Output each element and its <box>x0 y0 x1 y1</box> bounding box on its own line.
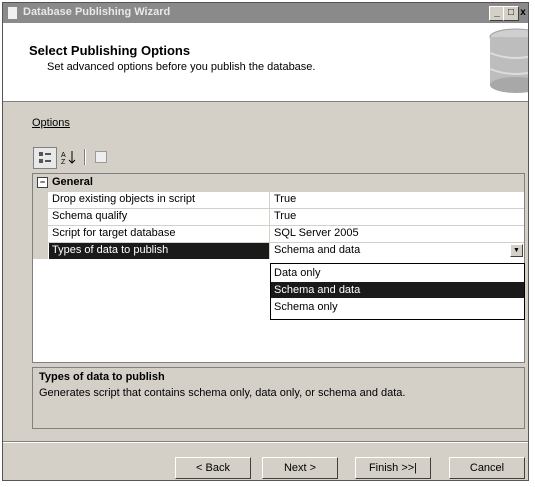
window-title: Database Publishing Wizard <box>23 6 171 18</box>
database-graphic-icon <box>470 23 528 101</box>
dropdown-option[interactable]: Schema only <box>271 299 524 315</box>
collapse-icon[interactable]: − <box>37 177 48 188</box>
property-value[interactable]: True <box>269 192 524 208</box>
property-pages-icon[interactable] <box>90 147 112 167</box>
options-label: Options <box>32 117 70 129</box>
sort-alphabetical-icon[interactable]: AZ <box>58 147 80 167</box>
dropdown-option-selected[interactable]: Schema and data <box>271 282 524 298</box>
back-button[interactable]: < Back <box>175 457 251 479</box>
property-row-selected[interactable]: Types of data to publish Schema and data… <box>33 242 524 259</box>
property-name: Schema qualify <box>52 210 128 222</box>
description-title: Types of data to publish <box>39 371 165 383</box>
svg-text:Z: Z <box>61 159 66 165</box>
cancel-button[interactable]: Cancel <box>449 457 525 479</box>
property-value[interactable]: SQL Server 2005 <box>269 226 524 242</box>
property-name: Drop existing objects in script <box>52 193 196 205</box>
property-name: Script for target database <box>52 227 176 239</box>
next-button[interactable]: Next > <box>262 457 338 479</box>
page-subtitle: Set advanced options before you publish … <box>47 61 316 73</box>
description-text: Generates script that contains schema on… <box>39 387 406 399</box>
property-row[interactable]: Schema qualify True <box>33 208 524 225</box>
dropdown-arrow-icon[interactable]: ▼ <box>510 244 523 257</box>
close-button[interactable]: x <box>517 6 529 21</box>
dropdown-option[interactable]: Data only <box>271 265 524 281</box>
property-value[interactable]: True <box>269 209 524 225</box>
wizard-window: Database Publishing Wizard _ □ x Select … <box>2 2 529 481</box>
property-row[interactable]: Script for target database SQL Server 20… <box>33 225 524 242</box>
footer-divider <box>3 441 528 443</box>
property-name: Types of data to publish <box>49 243 269 259</box>
categorized-icon[interactable] <box>33 147 57 169</box>
category-general[interactable]: − General <box>33 174 524 191</box>
page-title: Select Publishing Options <box>29 43 191 58</box>
finish-button[interactable]: Finish >>| <box>355 457 431 479</box>
app-icon <box>8 7 17 19</box>
property-row[interactable]: Drop existing objects in script True <box>33 191 524 208</box>
property-value-combobox[interactable]: Schema and data <box>269 243 524 259</box>
types-dropdown-list[interactable]: Data only Schema and data Schema only <box>270 263 525 320</box>
description-panel: Types of data to publish Generates scrip… <box>32 367 525 429</box>
wizard-header: Select Publishing Options Set advanced o… <box>3 23 528 102</box>
svg-text:A: A <box>61 152 66 159</box>
title-bar[interactable]: Database Publishing Wizard _ □ x <box>3 3 528 23</box>
category-label: General <box>52 176 93 188</box>
